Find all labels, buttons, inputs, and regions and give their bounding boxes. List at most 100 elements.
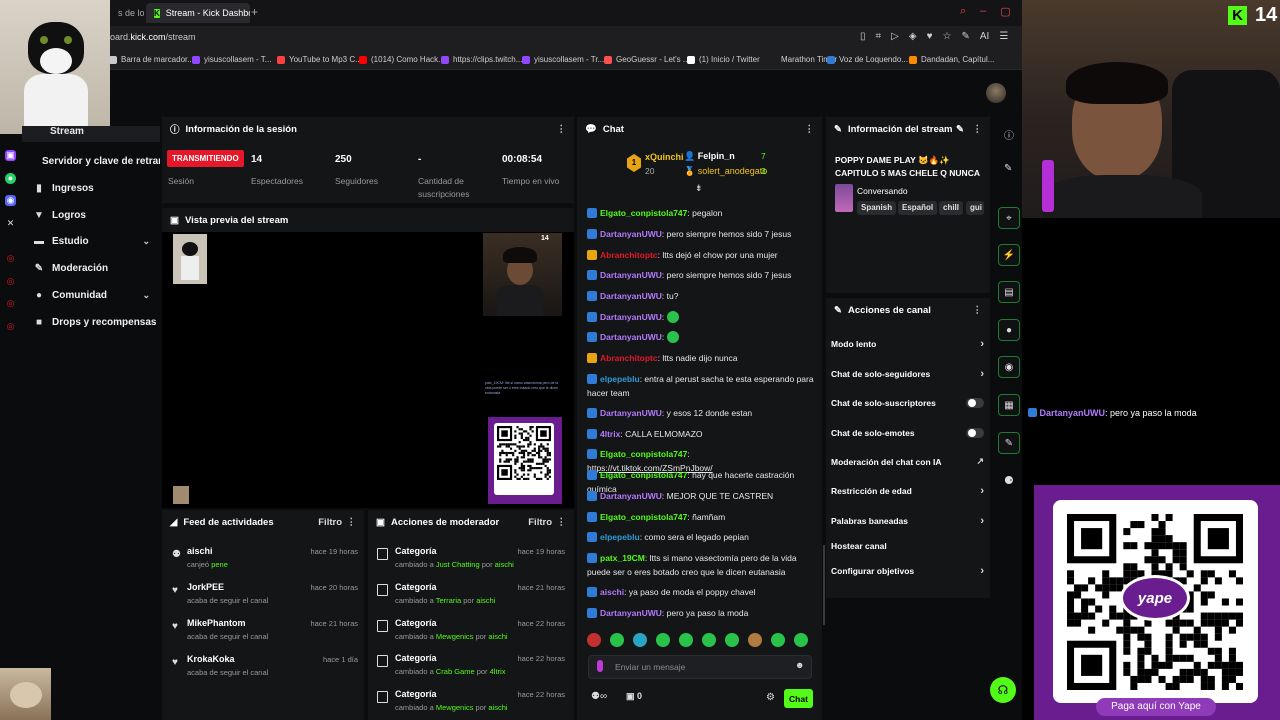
more-options-icon[interactable]: ⋮ [557,517,567,528]
channel-action-item[interactable]: Moderación del chat con IA ↗ [831,456,986,473]
chat-username[interactable]: Abranchitoptc [600,250,658,260]
chat-message[interactable]: Elgato_conpistola747: pegalon [587,206,815,220]
chat-username[interactable]: aischi [600,587,624,597]
chat-username[interactable]: DartanyanUWU [600,491,662,501]
chat-username[interactable]: elpepeblu [600,532,640,542]
edit-icon[interactable]: ✎ [1004,163,1012,174]
sidebar-item-server-key[interactable]: Servidor y clave de retransm [22,150,160,172]
chat-username[interactable]: DartanyanUWU [600,408,662,418]
more-options-icon[interactable]: ⋮ [557,124,567,135]
record-icon[interactable]: ◎ [5,298,16,309]
chat-username[interactable]: DartanyanUWU [600,291,662,301]
whatsapp-icon[interactable]: ● [5,173,16,184]
edit-icon[interactable]: ✎ [956,124,964,135]
channel-action-item[interactable]: Palabras baneadas › [831,515,986,532]
chat-username[interactable]: DartanyanUWU [600,312,662,322]
sidebar-item-moderacion[interactable]: ✎ Moderación [22,257,160,279]
chat-username[interactable]: DartanyanUWU [600,332,662,342]
emote-icon[interactable] [656,633,670,647]
browser-tab-previous[interactable]: s de los M [110,3,144,23]
emote-icon[interactable] [587,633,601,647]
chat-message[interactable]: DartanyanUWU: pero siempre hemos sido 7 … [587,268,815,282]
list-item[interactable]: Categoría cambiado a Just Chatting por ai… [377,546,569,576]
emote-icon[interactable] [679,633,693,647]
bookmark-item[interactable]: yisuscollasem - T... [192,55,271,64]
more-options-icon[interactable]: ⋮ [805,124,815,135]
chat-username[interactable]: elpepeblu [600,374,640,384]
chat-message[interactable]: aischi: ya paso de moda el poppy chavel [587,585,815,599]
chat-message[interactable]: DartanyanUWU: y esos 12 donde estan [587,406,815,420]
tool-bolt-icon[interactable]: ⚡ [998,244,1020,266]
sidebar-item-drops[interactable]: ■ Drops y recompensas [22,311,160,333]
gear-icon[interactable]: ⚙ [766,692,775,703]
emote-icon[interactable] [725,633,739,647]
tag-chip[interactable]: Español [898,201,938,215]
tool-list-icon[interactable]: ▦ [998,394,1020,416]
sidebar-item-stream[interactable]: Stream [22,126,160,142]
emote-icon[interactable] [771,633,785,647]
screenshot-icon[interactable]: ⌗ [876,31,882,42]
list-item[interactable]: ♥ JorkPEE acaba de seguir el canal hace 20 … [172,582,362,612]
list-item[interactable]: Categoría cambiado a Terraria por aischi h… [377,582,569,612]
bookmark-item[interactable]: (1014) Como Hack... [359,55,445,64]
more-options-icon[interactable]: ⋮ [973,305,983,316]
sidebar-item-ingresos[interactable]: ▮ Ingresos [22,177,160,199]
emote-icon[interactable] [633,633,647,647]
chat-message[interactable]: Abranchitoptc: ltts dejó el chow por una… [587,248,815,262]
chat-message[interactable]: 4ltrix: CALLA ELMOMAZO [587,427,815,441]
chat-message[interactable]: elpepeblu: entra al perust sacha te esta… [587,372,815,400]
chat-message-input[interactable]: Enviar un mensaje [588,655,812,679]
sidebar-item-logros[interactable]: ▼ Logros [22,204,160,226]
bookmark-item[interactable]: https://clips.twitch... [441,55,522,64]
browser-tab-active[interactable]: K Stream - Kick Dashboard [146,3,250,23]
chat-username[interactable]: DartanyanUWU [600,229,662,239]
chat-username[interactable]: Elgato_conpistola747 [600,512,687,522]
heart-icon[interactable]: ♥ [927,31,933,42]
chat-username[interactable]: Abranchitoptc [600,353,658,363]
minimize-icon[interactable]: – [980,5,986,18]
play-icon[interactable]: ▷ [891,31,899,42]
leaderboard-entry[interactable]: 🏅 solert_anodegato [684,166,767,177]
chat-username[interactable]: DartanyanUWU [600,270,662,280]
url-field[interactable]: oard.kick.com/stream [110,32,196,42]
chat-message[interactable]: elpepeblu: como sera el legado pepian [587,530,815,544]
channel-action-item[interactable]: Chat de solo-emotes [831,428,986,444]
discord-icon[interactable]: ◉ [5,195,16,206]
record-icon[interactable]: ◎ [5,253,16,264]
tag-chip[interactable]: Spanish [857,201,897,215]
chat-username[interactable]: DartanyanUWU [600,608,662,618]
chat-scrollbar[interactable] [823,545,825,625]
send-chat-button[interactable]: Chat [784,689,813,708]
bookmark-item[interactable]: YouTube to Mp3 C... [277,55,362,64]
bookmark-item[interactable]: (1) Inicio / Twitter [687,55,760,64]
pin-icon[interactable]: ⇟ [695,183,703,194]
record-icon[interactable]: ◎ [5,321,16,332]
channel-action-item[interactable]: Modo lento › [831,338,986,355]
channel-action-item[interactable]: Hostear canal [831,541,986,557]
emote-icon[interactable] [702,633,716,647]
tool-chat-icon[interactable]: ● [998,319,1020,341]
chat-message[interactable]: DartanyanUWU: MEJOR QUE TE CASTREN [587,489,815,503]
chat-username[interactable]: Elgato_conpistola747 [600,449,687,459]
chat-message[interactable]: DartanyanUWU: pero siempre hemos sido 7 … [587,227,815,241]
channel-action-item[interactable]: Configurar objetivos › [831,565,986,582]
emote-icon[interactable] [748,633,762,647]
list-item[interactable]: ♥ KrokaKoka acaba de seguir el canal hace 1… [172,654,362,684]
channel-action-item[interactable]: Chat de solo-seguidores › [831,368,986,385]
toggle-switch[interactable] [966,428,984,438]
record-icon[interactable]: ◎ [5,276,16,287]
bookmark-item[interactable]: yisuscollasem - Tr... [522,55,604,64]
chat-message[interactable]: DartanyanUWU: pero ya paso la moda [587,606,815,620]
list-item[interactable]: Categoría cambiado a Crab Game por 4ltrix… [377,653,569,683]
list-item[interactable]: ♥ MikePhantom acaba de seguir el canal hace… [172,618,362,648]
bookmark-item[interactable]: GeoGuessr - Let's ... [604,55,690,64]
tool-card-icon[interactable]: ▤ [998,281,1020,303]
category-name[interactable]: Conversando [857,186,908,196]
maximize-icon[interactable]: ▢ [1000,5,1010,18]
toggle-switch[interactable] [966,398,984,408]
chat-message[interactable]: Elgato_conpistola747: ñamñam [587,510,815,524]
points-display[interactable]: ⚉∞ [591,691,607,702]
bookmark-item[interactable]: Dandadan, Capítul... [909,55,994,64]
bookmark-icon[interactable]: ▯ [860,31,866,42]
leaderboard-entry[interactable]: 👤 Felpin_n [684,151,735,162]
